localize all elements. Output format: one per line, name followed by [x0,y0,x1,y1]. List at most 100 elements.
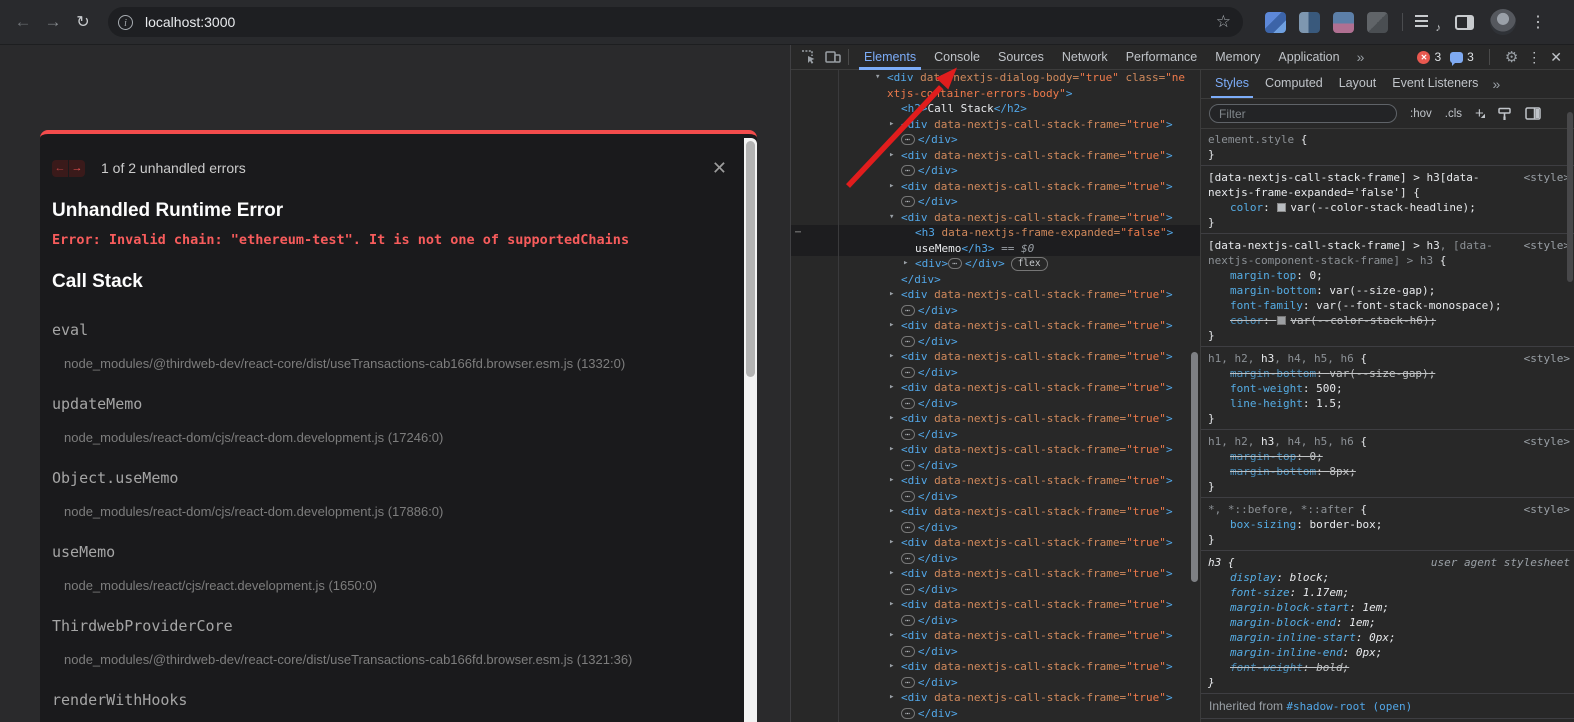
expand-arrow-icon[interactable]: ▸ [889,380,894,396]
address-bar[interactable]: i localhost:3000 ☆ [108,7,1243,37]
css-property[interactable]: margin-top: 0; [1208,268,1570,283]
bookmark-star-icon[interactable]: ☆ [1216,12,1231,32]
css-property[interactable]: font-weight: bold; [1208,660,1570,675]
expand-arrow-icon[interactable]: ▸ [889,690,894,706]
styles-tab-styles[interactable]: Styles [1207,70,1257,98]
expand-arrow-icon[interactable]: ▸ [889,349,894,365]
expand-arrow-icon[interactable]: ▸ [889,287,894,303]
expand-arrow-icon[interactable]: ▸ [903,256,908,272]
expand-arrow-icon[interactable]: ▸ [889,318,894,334]
css-rule[interactable]: <style>h1, h2, h3, h4, h5, h6 {margin-to… [1201,430,1574,498]
dom-tree-line[interactable]: ⋯</div> [791,334,1200,350]
url-text[interactable]: localhost:3000 [145,14,1216,30]
collapsed-content-icon[interactable]: ⋯ [901,677,915,688]
dom-tree-line[interactable]: ⋯</div> [791,706,1200,722]
css-property[interactable]: box-sizing: border-box; [1208,517,1570,532]
styles-tab-layout[interactable]: Layout [1331,70,1385,98]
css-property[interactable]: margin-block-end: 1em; [1208,615,1570,630]
devtools-tab-elements[interactable]: Elements [855,45,925,70]
dom-tree-line[interactable]: ▾<div data-nextjs-call-stack-frame="true… [791,210,1200,226]
dom-tree-line[interactable]: </div> [791,272,1200,288]
css-rule[interactable]: <style>[data-nextjs-call-stack-frame] > … [1201,234,1574,347]
rule-origin-link[interactable]: <style> [1524,170,1570,185]
expand-arrow-icon[interactable]: ▸ [889,179,894,195]
styles-scrollbar-thumb[interactable] [1567,112,1573,282]
collapsed-content-icon[interactable]: ⋯ [901,522,915,533]
dom-tree-line[interactable]: ▸<div data-nextjs-call-stack-frame="true… [791,380,1200,396]
dom-tree-line[interactable]: ▸<div data-nextjs-call-stack-frame="true… [791,148,1200,164]
css-property[interactable]: font-size: 1.17em; [1208,585,1570,600]
shadow-root-link[interactable]: #shadow-root (open) [1286,700,1412,713]
computed-sidebar-icon[interactable] [1525,107,1541,120]
collapsed-content-icon[interactable]: ⋯ [901,305,915,316]
css-rule[interactable]: element.style {} [1201,128,1574,166]
dom-tree-line[interactable]: ▸<div data-nextjs-call-stack-frame="true… [791,504,1200,520]
paint-roller-icon[interactable] [1497,107,1512,121]
profile-avatar[interactable] [1490,9,1516,35]
new-style-rule-icon[interactable]: + [1475,109,1484,119]
collapsed-content-icon[interactable]: ⋯ [901,553,915,564]
dom-tree-line[interactable]: ▾<div data-nextjs-dialog-body="true" cla… [791,70,1200,86]
dom-tree-line[interactable]: ▸<div data-nextjs-call-stack-frame="true… [791,318,1200,334]
extension-icon-2[interactable] [1299,12,1320,33]
rule-origin-link[interactable]: <style> [1524,434,1570,449]
dom-tree-line[interactable]: ▸<div data-nextjs-call-stack-frame="true… [791,597,1200,613]
dom-tree-line[interactable]: ▸<div data-nextjs-call-stack-frame="true… [791,179,1200,195]
color-swatch[interactable] [1277,203,1286,212]
browser-menu-icon[interactable]: ⋮ [1530,12,1546,32]
dom-tree-line[interactable]: ⋯</div> [791,303,1200,319]
collapsed-content-icon[interactable]: ⋯ [901,367,915,378]
dom-tree-line[interactable]: ▸<div data-nextjs-call-stack-frame="true… [791,535,1200,551]
elements-scrollbar-thumb[interactable] [1191,352,1198,582]
css-rule[interactable]: <style>h1, h2, h3, h4, h5, h6 {margin-bo… [1201,347,1574,430]
expand-arrow-icon[interactable]: ▸ [889,535,894,551]
dom-tree-line[interactable]: ⋯</div> [791,582,1200,598]
dom-tree-line[interactable]: ▸<div data-nextjs-call-stack-frame="true… [791,349,1200,365]
expand-arrow-icon[interactable]: ▸ [889,566,894,582]
css-property[interactable]: line-height: 1.5; [1208,396,1570,411]
dom-tree-line[interactable]: xtjs-container-errors-body"> [791,86,1200,102]
dom-tree-line[interactable]: <h2>Call Stack</h2> [791,101,1200,117]
collapse-arrow-icon[interactable]: ▾ [889,210,894,226]
css-property[interactable]: margin-block-start: 1em; [1208,600,1570,615]
collapsed-content-icon[interactable]: ⋯ [901,336,915,347]
dom-tree-line[interactable]: ⋯<h3 data-nextjs-frame-expanded="false"> [791,225,1200,241]
frame-name[interactable]: updateMemo [52,395,727,413]
collapsed-content-icon[interactable]: ⋯ [901,134,915,145]
rule-origin-link[interactable]: <style> [1524,351,1570,366]
dom-tree-line[interactable]: ▸<div data-nextjs-call-stack-frame="true… [791,659,1200,675]
frame-name[interactable]: ThirdwebProviderCore [52,617,727,635]
collapsed-content-icon[interactable]: ⋯ [901,646,915,657]
collapsed-content-icon[interactable]: ⋯ [901,165,915,176]
css-rule[interactable]: <style>*, *::before, *::after {box-sizin… [1201,498,1574,551]
dom-tree-line[interactable]: ▸<div data-nextjs-call-stack-frame="true… [791,473,1200,489]
overlay-scrollbar-track[interactable] [744,138,757,722]
devtools-tab-application[interactable]: Application [1269,45,1348,70]
flex-badge[interactable]: flex [1011,257,1048,271]
dom-tree-line[interactable]: ▸<div data-nextjs-call-stack-frame="true… [791,442,1200,458]
back-icon[interactable]: ← [8,7,38,37]
frame-location[interactable]: node_modules/react/cjs/react.development… [64,578,727,593]
css-property[interactable]: margin-top: 0; [1208,449,1570,464]
rule-origin-link[interactable]: user agent stylesheet [1431,555,1570,570]
collapsed-content-icon[interactable]: ⋯ [901,398,915,409]
styles-more-tabs-icon[interactable]: » [1486,76,1506,92]
dom-tree-line[interactable]: ▸<div data-nextjs-call-stack-frame="true… [791,628,1200,644]
css-property[interactable]: font-weight: 500; [1208,381,1570,396]
toggle-element-classes[interactable]: .cls [1445,108,1462,120]
frame-name[interactable]: useMemo [52,543,727,561]
extension-icon-4[interactable] [1367,12,1388,33]
side-panel-icon[interactable] [1455,15,1474,30]
devtools-close-icon[interactable]: ✕ [1550,49,1566,66]
dom-tree-line[interactable]: ⋯</div> [791,644,1200,660]
styles-filter-input[interactable] [1209,104,1397,123]
collapsed-content-icon[interactable]: ⋯ [901,615,915,626]
device-toolbar-icon[interactable] [824,50,842,64]
dom-tree-line[interactable]: ▸<div data-nextjs-call-stack-frame="true… [791,411,1200,427]
dom-tree-line[interactable]: ⋯</div> [791,458,1200,474]
collapsed-content-icon[interactable]: ⋯ [948,258,962,269]
dom-tree-line[interactable]: ⋯</div> [791,163,1200,179]
frame-name[interactable]: eval [52,321,727,339]
dom-tree-line[interactable]: ▸<div data-nextjs-call-stack-frame="true… [791,117,1200,133]
css-rule[interactable]: <style>[data-nextjs-call-stack-frame] > … [1201,166,1574,234]
